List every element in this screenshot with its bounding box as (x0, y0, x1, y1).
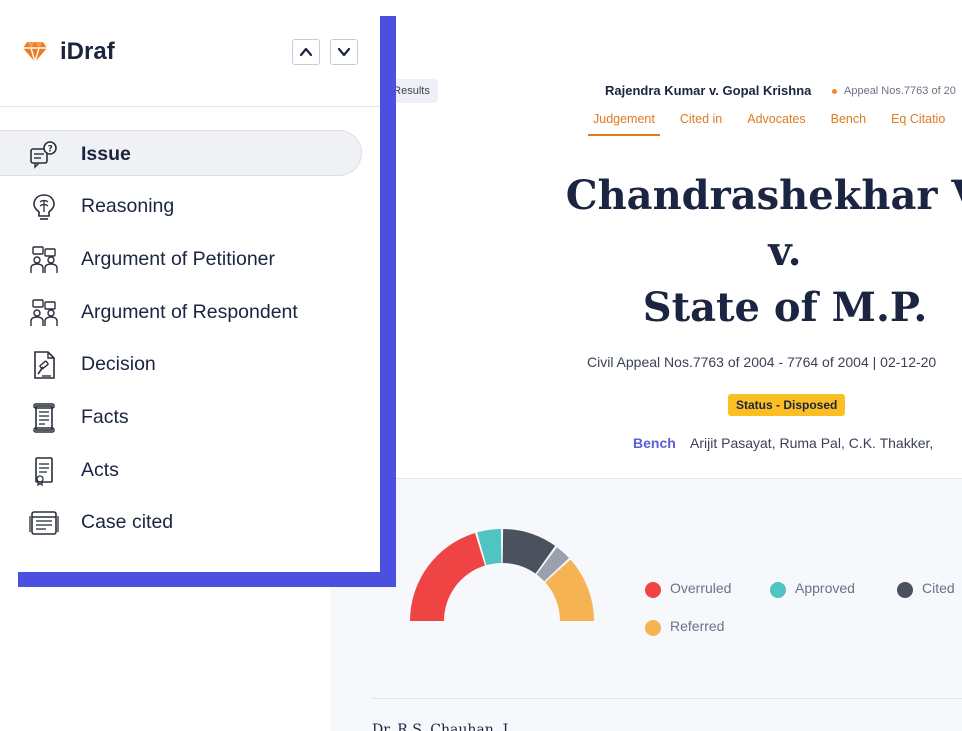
title-line-1: Chandrashekhar Ve (565, 172, 962, 219)
legend-swatch-overruled (645, 582, 661, 598)
menu-item-label: Argument of Respondent (81, 301, 298, 323)
panel-divider (0, 106, 380, 107)
separator-dot (832, 89, 837, 94)
legend-label: Cited (922, 580, 955, 596)
legend-label: Overruled (670, 580, 732, 596)
menu-item-label: Argument of Petitioner (81, 248, 276, 270)
menu-item-case-cited[interactable]: Case cited (0, 499, 362, 545)
case-subtitle: Civil Appeal Nos.7763 of 2004 - 7764 of … (587, 354, 937, 370)
menu-item-decision[interactable]: Decision (0, 341, 362, 387)
legend-swatch-cited (897, 582, 913, 598)
tab-bench[interactable]: Bench (826, 112, 871, 136)
section-navigator-panel: iDraf ? Issue Reasoning Argument of Peti… (0, 0, 380, 572)
menu-item-reasoning[interactable]: Reasoning (0, 183, 362, 229)
judge-name: Dr. R.S. Chauhan, J. (372, 722, 512, 731)
menu-item-acts[interactable]: Acts (0, 447, 362, 493)
case-title: Rajendra Kumar v. Gopal Krishna (605, 83, 812, 98)
case-cited-icon (29, 511, 59, 535)
menu-item-issue[interactable]: ? Issue (0, 130, 362, 176)
menu-item-label: Case cited (81, 511, 174, 533)
menu-item-label: Facts (81, 406, 129, 428)
bench-label[interactable]: Bench (633, 435, 676, 451)
section-divider (372, 698, 962, 699)
title-line-2: v. (768, 228, 802, 275)
tab-cited-in[interactable]: Cited in (675, 112, 727, 136)
main-content: o Results Rajendra Kumar v. Gopal Krishn… (330, 0, 962, 731)
status-badge: Status - Disposed (728, 394, 846, 416)
legend-swatch-approved (770, 582, 786, 598)
case-hero: Chandrashekhar Ve v. State of M.P. Civil… (330, 138, 962, 479)
legend-label: Referred (670, 618, 725, 634)
brand-name[interactable]: iDraf (60, 38, 115, 66)
svg-text:?: ? (48, 145, 53, 155)
title-line-3: State of M.P. (642, 284, 928, 331)
legend-label: Approved (795, 580, 855, 596)
tab-advocates[interactable]: Advocates (742, 112, 810, 136)
chevron-down-icon (337, 47, 351, 57)
case-name-title: Chandrashekhar Ve v. State of M.P. (440, 168, 962, 336)
decision-icon (34, 351, 55, 379)
appeal-number: Appeal Nos.7763 of 20 (844, 85, 956, 97)
menu-item-label: Reasoning (81, 195, 175, 217)
menu-item-facts[interactable]: Facts (0, 394, 362, 440)
menu-item-label: Acts (81, 459, 119, 481)
facts-icon (33, 403, 55, 433)
menu-item-argument-of-petitioner[interactable]: Argument of Petitioner (0, 236, 362, 282)
issue-icon: ? (30, 141, 57, 169)
reasoning-icon (33, 194, 55, 220)
donut-segment-overruled[interactable] (410, 533, 485, 621)
menu-item-label: Issue (81, 143, 131, 165)
scroll-up-button[interactable] (292, 39, 320, 65)
tab-eq-citation[interactable]: Eq Citatio (886, 112, 950, 136)
legend-swatch-referred (645, 620, 661, 636)
case-tabs: Judgement Cited in Advocates Bench Eq Ci… (588, 112, 962, 136)
petitioner-icon (30, 246, 58, 273)
scroll-down-button[interactable] (330, 39, 358, 65)
chevron-up-icon (299, 47, 313, 57)
diamond-logo-icon (23, 42, 47, 64)
tab-judgement[interactable]: Judgement (588, 112, 660, 136)
bench-names: Arijit Pasayat, Ruma Pal, C.K. Thakker, (690, 435, 934, 451)
menu-item-argument-of-respondent[interactable]: Argument of Respondent (0, 289, 362, 335)
respondent-icon (30, 299, 58, 326)
citation-donut-chart (410, 529, 594, 621)
acts-icon (35, 457, 53, 486)
case-header: o Results Rajendra Kumar v. Gopal Krishn… (330, 0, 962, 139)
menu-item-label: Decision (81, 353, 156, 375)
